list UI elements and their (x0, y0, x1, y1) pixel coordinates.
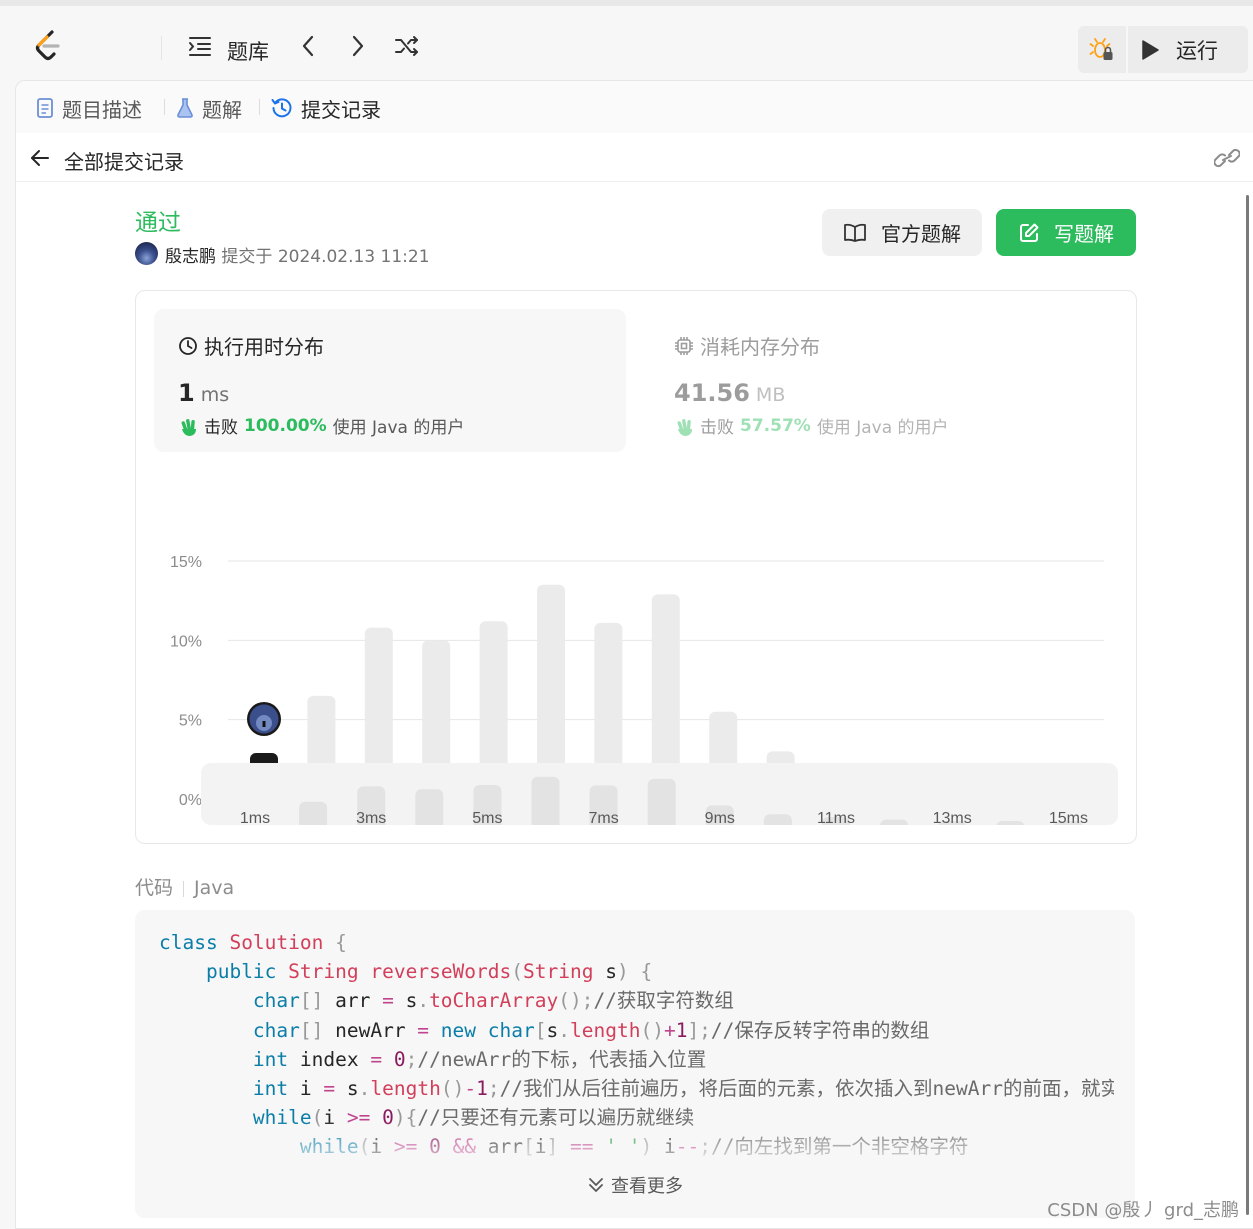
runtime-stat[interactable]: 执行用时分布 1 ms 击败 100.00% 使用 Java 的用户 (154, 309, 626, 452)
flask-icon (177, 98, 193, 118)
write-solution-label: 写题解 (1054, 222, 1114, 246)
y-tick-label: 10% (170, 633, 202, 650)
code-header: 代码 Java (135, 873, 234, 900)
leetcode-logo-icon[interactable] (30, 28, 66, 64)
tab-bar: 题目描述 题解 提交记录 (16, 81, 1253, 133)
official-solution-button[interactable]: 官方题解 (822, 209, 982, 256)
navigator-tick-label: 13ms (933, 810, 972, 825)
navigator-tick-label: 1ms (240, 810, 270, 825)
problem-list-label[interactable]: 题库 (227, 36, 269, 66)
chip-icon (675, 336, 693, 355)
run-label: 运行 (1176, 39, 1218, 63)
chevron-right-icon[interactable] (344, 32, 372, 60)
y-tick-label: 15% (170, 554, 202, 571)
memory-value: 41.56 (674, 379, 750, 407)
navigator-tick-label: 5ms (472, 810, 502, 825)
clap-icon (181, 418, 196, 436)
tab-submissions-label: 提交记录 (301, 97, 381, 122)
all-submissions-title[interactable]: 全部提交记录 (64, 146, 184, 175)
list-icon[interactable] (186, 32, 214, 60)
chevron-double-down-icon (589, 1178, 603, 1192)
navigator-tick-label: 11ms (817, 810, 855, 825)
chevron-left-icon[interactable] (294, 32, 322, 60)
runtime-value: 1 (178, 379, 195, 407)
write-solution-button[interactable]: 写题解 (996, 209, 1136, 256)
book-icon (844, 223, 866, 242)
official-solution-label: 官方题解 (881, 222, 961, 246)
runtime-beat-label: 击败 (204, 418, 238, 438)
navigator-tick-label: 9ms (705, 810, 735, 825)
runtime-beat-pct: 100.00% (244, 415, 327, 436)
watermark: CSDN @殷丿 grd_志鹏 (1047, 1200, 1239, 1221)
memory-title: 消耗内存分布 (700, 335, 820, 359)
debug-icon[interactable] (1078, 26, 1128, 73)
shuffle-icon[interactable] (393, 32, 421, 60)
tab-submissions[interactable]: 提交记录 (271, 95, 381, 122)
history-icon (271, 98, 292, 118)
clap-icon (677, 418, 692, 436)
tab-solutions[interactable]: 题解 (176, 95, 242, 122)
navigator-bar (763, 814, 792, 825)
link-icon[interactable] (1214, 147, 1240, 169)
submitted-time: 2024.02.13 11:21 (277, 247, 430, 267)
scrollbar[interactable] (1246, 195, 1249, 1215)
code-fade (135, 1120, 1135, 1218)
tab-divider (164, 99, 165, 115)
memory-beat-pct: 57.57% (740, 415, 811, 436)
performance-card: 执行用时分布 1 ms 击败 100.00% 使用 Java 的用户 消耗内存分布… (135, 290, 1137, 844)
submission-meta: 殷志鹏 提交于 2024.02.13 11:21 (165, 242, 430, 267)
submission-panel: 题目描述 题解 提交记录 全部提交记录 通过 殷志鹏 提交于 2024.02.1… (15, 80, 1253, 1229)
navigator-bar (880, 819, 909, 825)
tab-solutions-label: 题解 (202, 97, 242, 122)
navigator-bar (531, 776, 560, 825)
code-block[interactable]: class Solution { public String reverseWo… (135, 910, 1135, 1218)
navigator-tick-label: 3ms (356, 810, 386, 825)
submitter-name[interactable]: 殷志鹏 (165, 247, 216, 267)
tab-divider (259, 99, 260, 115)
run-button[interactable]: 运行 (1140, 34, 1218, 66)
play-icon (1142, 40, 1159, 60)
navigator-tick-label: 7ms (588, 810, 618, 825)
tab-description-label: 题目描述 (62, 97, 142, 122)
run-toolbar: 运行 (1078, 26, 1248, 73)
memory-stat[interactable]: 消耗内存分布 41.56 MB 击败 57.57% 使用 Java 的用户 (650, 309, 1122, 452)
navigator-bar (299, 801, 328, 825)
avatar-marker-figure (262, 720, 266, 727)
tab-description[interactable]: 题目描述 (36, 95, 142, 122)
divider (161, 36, 162, 60)
memory-beat-label: 击败 (700, 418, 734, 438)
y-tick-label: 5% (179, 713, 202, 730)
runtime-title: 执行用时分布 (204, 335, 324, 359)
memory-beat-suffix: 使用 Java 的用户 (816, 418, 949, 438)
runtime-beat-suffix: 使用 Java 的用户 (332, 418, 465, 438)
clock-icon (179, 336, 197, 355)
submitted-prefix: 提交于 (221, 247, 273, 267)
submission-subheader: 全部提交记录 (16, 133, 1253, 182)
navigator-tick-label: 15ms (1049, 810, 1088, 825)
navigator-bar (996, 821, 1025, 825)
navigator-bar (415, 789, 444, 825)
document-icon (37, 98, 53, 118)
runtime-unit: ms (200, 384, 230, 406)
show-more-label: 查看更多 (611, 1176, 683, 1197)
top-bar: 题库 运行 (0, 0, 1253, 78)
submission-status: 通过 (135, 210, 181, 236)
edit-icon (1020, 223, 1039, 242)
memory-unit: MB (755, 384, 786, 406)
navigator-bar (647, 778, 676, 825)
code-label: 代码 (135, 877, 174, 899)
code-language: Java (194, 877, 235, 899)
chart-range-navigator[interactable]: 1ms 3ms 5ms 7ms 9ms 11ms 13ms 15ms (136, 763, 1136, 825)
show-more-button[interactable]: 查看更多 (135, 1172, 1135, 1198)
avatar[interactable] (135, 242, 158, 265)
arrow-left-icon[interactable] (30, 149, 50, 167)
